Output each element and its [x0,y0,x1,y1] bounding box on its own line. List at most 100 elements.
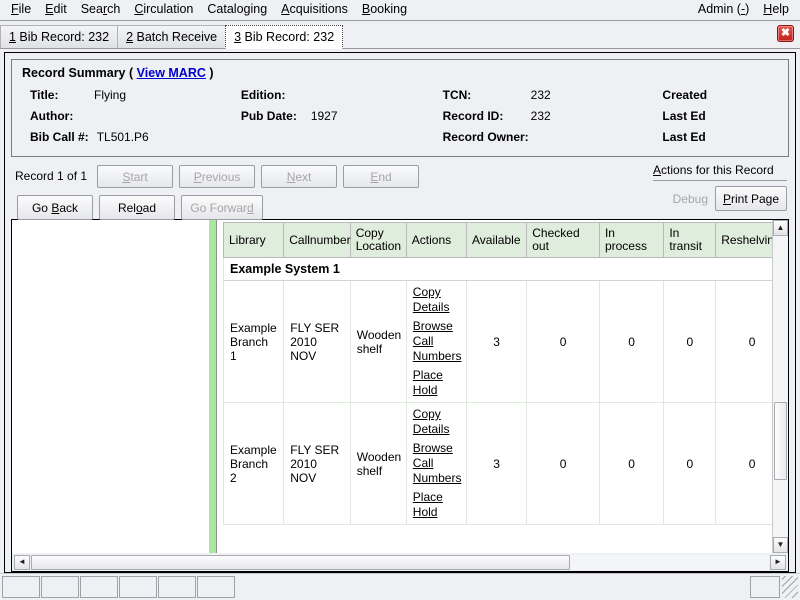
content-frame: Record Summary ( View MARC ) Title: Flyi… [4,52,796,573]
field-edition-value [309,85,317,106]
close-icon[interactable]: ✖ [777,25,794,42]
menu-booking[interactable]: Booking [355,1,414,19]
field-title-value: Flying [86,85,126,106]
reload-button[interactable]: Reload [99,195,175,220]
record-summary-panel: Record Summary ( View MARC ) Title: Flyi… [11,59,789,157]
column-header-copy-location[interactable]: Copy Location [350,223,406,258]
status-bar [0,573,800,600]
field-created: Created [662,85,788,106]
summary-column-4: Created Last Ed Last Ed [662,85,788,148]
field-record-id: Record ID: 232 [443,106,663,127]
record-summary-title-text: Record Summary [22,66,126,80]
menu-bar: File Edit Search Circulation Cataloging … [0,0,800,21]
summary-column-1: Title: Flying Author: Bib Call #: TL501.… [30,85,241,148]
menu-circulation[interactable]: Circulation [127,1,200,19]
record-summary-fields: Title: Flying Author: Bib Call #: TL501.… [12,85,788,148]
place-hold-link[interactable]: Place Hold [413,368,460,398]
tab-bar: 1 Bib Record: 232 2 Batch Receive 3 Bib … [0,21,800,49]
field-record-owner-label: Record Owner: [443,127,529,148]
column-header-in-transit[interactable]: In transit [664,223,716,258]
summary-column-2: Edition: Pub Date: 1927 [241,85,443,148]
tab-batch-receive[interactable]: 2 Batch Receive [117,25,226,48]
field-last-edit-2: Last Ed [662,127,788,148]
column-header-checked-out[interactable]: Checked out [527,223,600,258]
scroll-right-button[interactable]: ► [770,555,786,570]
field-pub-date-value: 1927 [309,106,338,127]
actions-for-this-record-menu[interactable]: Actions for this Record [653,163,787,181]
column-header-reshelving[interactable]: Reshelving [716,223,772,258]
field-edition: Edition: [241,85,443,106]
view-marc-link[interactable]: View MARC [137,66,206,80]
print-page-button[interactable]: Print Page [715,186,787,211]
debug-print-row: Debug Print Page [653,186,787,211]
column-header-actions[interactable]: Actions [406,223,466,258]
table-header-row: Library Callnumber Copy Location Actions… [224,223,773,258]
debug-label: Debug [673,192,708,206]
cell-copy-location: Wooden shelf [350,403,406,525]
column-header-library[interactable]: Library [224,223,284,258]
cell-callnumber: FLY SER 2010 NOV [284,281,350,403]
summary-col2-spacer [241,127,443,148]
vertical-scroll-thumb[interactable] [774,402,787,480]
scroll-up-button[interactable]: ▲ [773,220,788,236]
copy-details-link[interactable]: Copy Details [413,285,460,315]
menu-admin[interactable]: Admin (-) [691,1,756,19]
status-cell-2 [41,576,79,598]
cell-reshelving: 0 [716,281,772,403]
cell-available: 3 [467,403,527,525]
browse-call-numbers-link[interactable]: Browse Call Numbers [413,319,460,364]
field-last-edit-1-label: Last Ed [662,106,705,127]
browse-call-numbers-link[interactable]: Browse Call Numbers [413,441,460,486]
right-pane: Library Callnumber Copy Location Actions… [217,220,788,553]
menu-acquisitions[interactable]: Acquisitions [274,1,355,19]
status-cell-1 [2,576,40,598]
field-created-label: Created [662,85,707,106]
next-button[interactable]: Next [261,165,337,188]
menu-file-label-rest: ile [19,2,32,16]
menu-search[interactable]: Search [74,1,128,19]
paren-close: ) [209,66,213,80]
field-bib-call-label: Bib Call #: [30,127,89,148]
column-header-in-process[interactable]: In process [599,223,663,258]
column-header-callnumber[interactable]: Callnumber [284,223,350,258]
tab-bib-record-3[interactable]: 3 Bib Record: 232 [225,25,343,49]
column-header-available[interactable]: Available [467,223,527,258]
copy-details-link[interactable]: Copy Details [413,407,460,437]
go-back-button[interactable]: Go Back [17,195,93,220]
table-row[interactable]: Example Branch 1 FLY SER 2010 NOV Wooden… [224,281,773,403]
horizontal-scrollbar[interactable]: ◄ ► [11,553,789,572]
go-forward-button[interactable]: Go Forward [181,195,263,220]
field-author-label: Author: [30,106,86,127]
previous-button[interactable]: Previous [179,165,255,188]
start-button[interactable]: Start [97,165,173,188]
field-author-value [86,106,94,127]
menu-help[interactable]: Help [756,1,796,19]
cell-in-process: 0 [599,281,663,403]
copy-summary-table: Library Callnumber Copy Location Actions… [223,222,772,525]
record-counter: Record 1 of 1 [15,169,87,183]
paren-open: ( [129,66,133,80]
field-title-label: Title: [30,85,86,106]
vertical-scroll-track[interactable] [773,236,788,537]
cell-reshelving: 0 [716,403,772,525]
menu-file[interactable]: File [4,1,38,19]
horizontal-scroll-thumb[interactable] [31,555,570,570]
tab-bib-record-1[interactable]: 1 Bib Record: 232 [0,25,118,48]
table-group-row[interactable]: Example System 1 [224,258,773,281]
vertical-scrollbar[interactable]: ▲ ▼ [772,220,788,553]
pane-splitter[interactable] [209,220,217,553]
menu-cataloging[interactable]: Cataloging [200,1,274,19]
menu-edit[interactable]: Edit [38,1,74,19]
place-hold-link[interactable]: Place Hold [413,490,460,520]
field-pub-date-label: Pub Date: [241,106,309,127]
horizontal-scroll-track[interactable] [31,555,769,570]
table-row[interactable]: Example Branch 2 FLY SER 2010 NOV Wooden… [224,403,773,525]
end-button[interactable]: End [343,165,419,188]
cell-available: 3 [467,281,527,403]
resize-grip-icon[interactable] [782,576,798,598]
field-tcn-value: 232 [523,85,551,106]
scroll-left-button[interactable]: ◄ [14,555,30,570]
status-cell-5 [158,576,196,598]
field-record-owner: Record Owner: [443,127,663,148]
scroll-down-button[interactable]: ▼ [773,537,788,553]
